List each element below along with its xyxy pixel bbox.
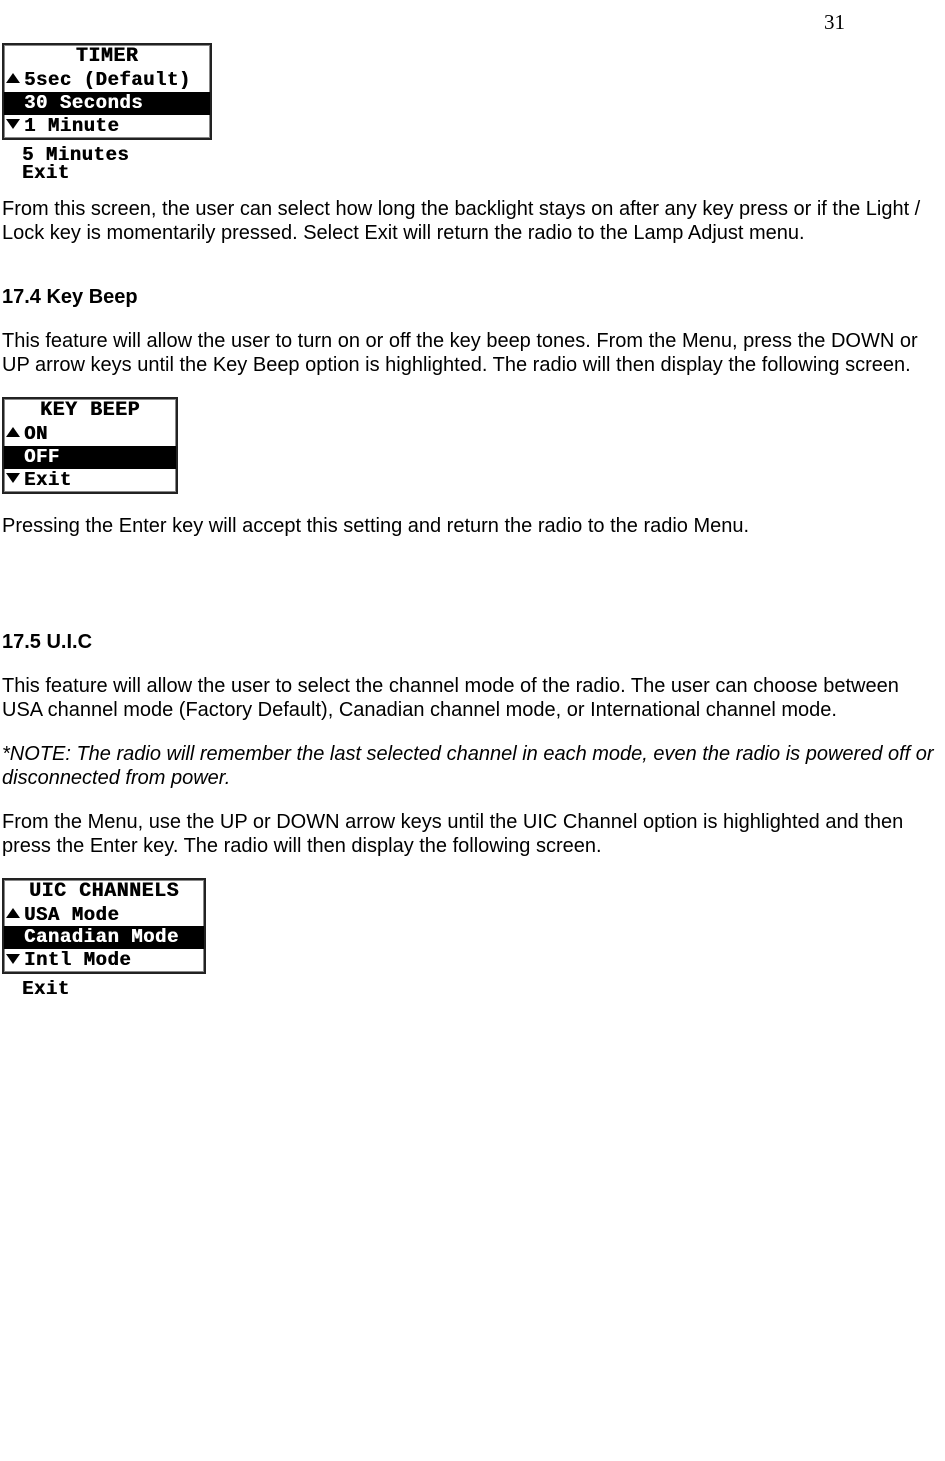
lcd-row-selected: Canadian Mode [4, 926, 204, 949]
lcd-title: UIC CHANNELS [4, 880, 204, 904]
lcd-screen-uic: UIC CHANNELS USA Mode Canadian Mode Intl… [2, 878, 206, 974]
lcd-overflow-row: Exit [0, 162, 945, 185]
lcd-overflow-row: Exit [0, 978, 945, 1001]
lcd-row: 1 Minute [4, 115, 210, 138]
page-number: 31 [0, 0, 945, 35]
arrow-up-icon [6, 427, 20, 437]
section-heading-17-4: 17.4 Key Beep [2, 285, 943, 309]
lcd-screen-keybeep: KEY BEEP ON OFF Exit [2, 397, 178, 493]
arrow-down-icon [6, 954, 20, 964]
section-heading-17-5: 17.5 U.I.C [2, 630, 943, 654]
lcd-screen-timer: TIMER 5sec (Default) 30 Seconds 1 Minute [2, 43, 212, 139]
lcd-title: TIMER [4, 45, 210, 69]
lcd-row: Exit [4, 469, 176, 492]
lcd-row-selected: 30 Seconds [4, 92, 210, 115]
lcd-row-selected: OFF [4, 446, 176, 469]
paragraph: From the Menu, use the UP or DOWN arrow … [2, 810, 943, 858]
lcd-row: USA Mode [4, 904, 204, 927]
paragraph: This feature will allow the user to sele… [2, 674, 943, 722]
arrow-down-icon [6, 473, 20, 483]
paragraph: From this screen, the user can select ho… [2, 197, 943, 245]
note-paragraph: *NOTE: The radio will remember the last … [2, 742, 943, 790]
lcd-row: Intl Mode [4, 949, 204, 972]
paragraph: Pressing the Enter key will accept this … [2, 514, 943, 538]
arrow-down-icon [6, 119, 20, 129]
arrow-up-icon [6, 908, 20, 918]
lcd-row: ON [4, 423, 176, 446]
lcd-row: 5sec (Default) [4, 69, 210, 92]
lcd-title: KEY BEEP [4, 399, 176, 423]
arrow-up-icon [6, 73, 20, 83]
paragraph: This feature will allow the user to turn… [2, 329, 943, 377]
